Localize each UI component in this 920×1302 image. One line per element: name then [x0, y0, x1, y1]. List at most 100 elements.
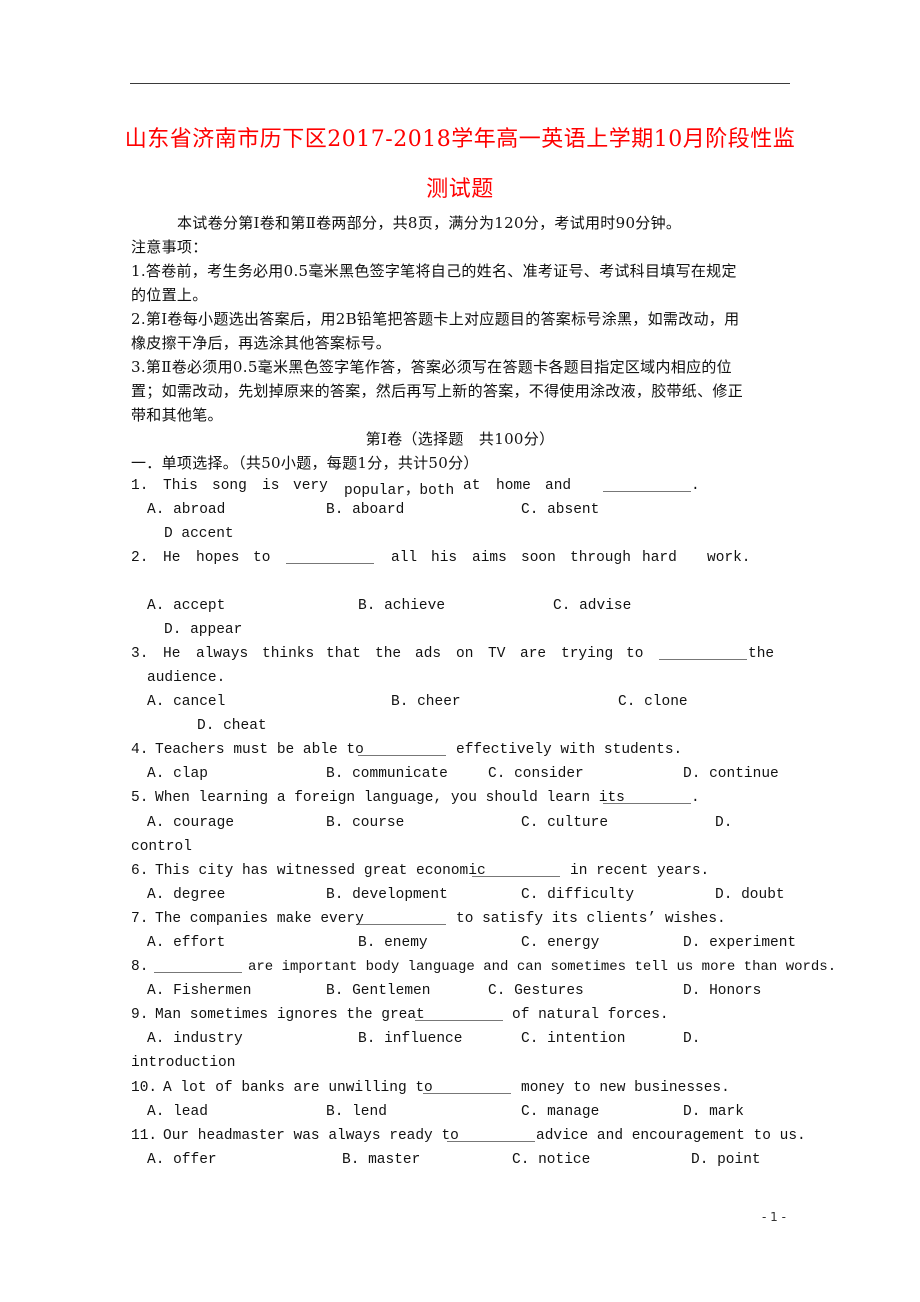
stem-text: Man sometimes ignores the great [155, 1007, 425, 1023]
answer-blank [603, 791, 691, 804]
stem-punct: . [691, 790, 700, 806]
stem-word: TV [488, 646, 506, 662]
question-number: 7. [131, 911, 149, 927]
stem-text: money to new businesses. [521, 1080, 730, 1096]
stem-text: When learning a foreign language, you sh… [155, 790, 625, 806]
stem-text: advice and encouragement to us. [536, 1128, 806, 1144]
answer-blank [447, 1129, 535, 1142]
stem-text: to satisfy its clients’ wishes. [456, 911, 726, 927]
stem-word: ads [415, 646, 442, 662]
stem-word: very [293, 478, 328, 494]
answer-blank [286, 551, 374, 564]
page-number: - 1 - [762, 1210, 786, 1224]
option-d: D. point [691, 1152, 761, 1168]
option-a: A. industry [147, 1031, 243, 1047]
stem-continuation: audience. [147, 670, 226, 686]
question-number: 8. [131, 959, 149, 975]
option-b: B. enemy [358, 935, 428, 951]
section-heading: 一．单项选择。（共50小题，每题1分，共计50分） [131, 454, 479, 472]
question-number: 1. [131, 478, 149, 494]
option-d: D. continue [683, 766, 779, 782]
option-a: A. cancel [147, 694, 226, 710]
option-c: C. manage [521, 1104, 600, 1120]
option-c: C. Gestures [488, 983, 584, 999]
notice-item-2-line2: 橡皮擦干净后，再选涂其他答案标号。 [131, 334, 392, 352]
option-d: D. [715, 815, 733, 831]
stem-word: is [262, 478, 280, 494]
stem-word: to [626, 646, 644, 662]
option-a: A. courage [147, 815, 235, 831]
notice-item-2-line1: 2.第Ⅰ卷每小题选出答案后，用2B铅笔把答题卡上对应题目的答案标号涂黑，如需改动… [131, 310, 740, 328]
header-rule [130, 83, 790, 84]
answer-blank [603, 479, 691, 492]
option-d: D. doubt [715, 887, 785, 903]
question-number: 10. [131, 1080, 158, 1096]
notice-item-3-line3: 带和其他笔。 [131, 406, 223, 424]
option-a: A. accept [147, 598, 226, 614]
option-a: A. lead [147, 1104, 208, 1120]
option-c: C. advise [553, 598, 632, 614]
answer-blank [423, 1081, 511, 1094]
question-number: 6. [131, 863, 149, 879]
stem-text: effectively with students. [456, 742, 683, 758]
answer-blank [358, 743, 446, 756]
stem-text: This city has witnessed great economic [155, 863, 486, 879]
stem-word: song [212, 478, 247, 494]
stem-text: Teachers must be able to [155, 742, 364, 758]
stem-text: of natural forces. [512, 1007, 669, 1023]
question-number: 2. [131, 550, 149, 566]
option-c: C. culture [521, 815, 609, 831]
option-b: B. Gentlemen [326, 983, 431, 999]
stem-word: This [163, 478, 198, 494]
option-b: B. achieve [358, 598, 446, 614]
question-number: 9. [131, 1007, 149, 1023]
stem-word: hard [642, 550, 677, 566]
stem-word: He [163, 646, 181, 662]
stem-text: A lot of banks are unwilling to [163, 1080, 433, 1096]
notice-heading: 注意事项： [131, 238, 208, 256]
option-c: C. difficulty [521, 887, 635, 903]
option-a: A. abroad [147, 502, 226, 518]
stem-word: popular，both [344, 483, 455, 499]
stem-word: He [163, 550, 181, 566]
stem-word: at [463, 478, 481, 494]
notice-item-3-line1: 3.第Ⅱ卷必须用0.5毫米黑色签字笔作答，答案必须写在答题卡各题目指定区域内相应… [131, 358, 732, 376]
stem-word: and [545, 478, 572, 494]
document-title-line2: 测试题 [426, 177, 494, 202]
stem-word: soon [521, 550, 556, 566]
notice-item-1-line2: 的位置上。 [131, 286, 208, 304]
option-a: A. effort [147, 935, 226, 951]
option-b: B. influence [358, 1031, 463, 1047]
option-b: B. lend [326, 1104, 387, 1120]
option-d: D. mark [683, 1104, 744, 1120]
stem-word: work. [707, 550, 751, 566]
stem-word: to [253, 550, 271, 566]
option-a: A. Fishermen [147, 983, 252, 999]
intro-text: 本试卷分第Ⅰ卷和第Ⅱ卷两部分，共8页，满分为120分，考试用时90分钟。 [177, 214, 682, 232]
stem-word: through [570, 550, 631, 566]
option-c: C. consider [488, 766, 584, 782]
option-a: A. degree [147, 887, 226, 903]
option-d: D. cheat [197, 718, 267, 734]
option-b: B. development [326, 887, 448, 903]
answer-blank [415, 1008, 503, 1021]
option-b: B. course [326, 815, 405, 831]
answer-blank [659, 647, 747, 660]
option-d: D accent [164, 526, 234, 542]
stem-text: in recent years. [570, 863, 710, 879]
stem-word: all [391, 550, 418, 566]
option-c: C. energy [521, 935, 600, 951]
option-c: C. absent [521, 502, 600, 518]
option-c: C. intention [521, 1031, 626, 1047]
stem-word: home [496, 478, 531, 494]
answer-blank [154, 960, 242, 973]
option-d: D. [683, 1031, 701, 1047]
stem-word: are [520, 646, 547, 662]
option-d: D. experiment [683, 935, 797, 951]
stem-word: always [196, 646, 249, 662]
stem-text: Our headmaster was always ready to [163, 1128, 459, 1144]
answer-blank [358, 912, 446, 925]
option-b: B. aboard [326, 502, 405, 518]
part-heading: 第Ⅰ卷（选择题 共100分） [365, 430, 555, 448]
stem-word: the [375, 646, 402, 662]
